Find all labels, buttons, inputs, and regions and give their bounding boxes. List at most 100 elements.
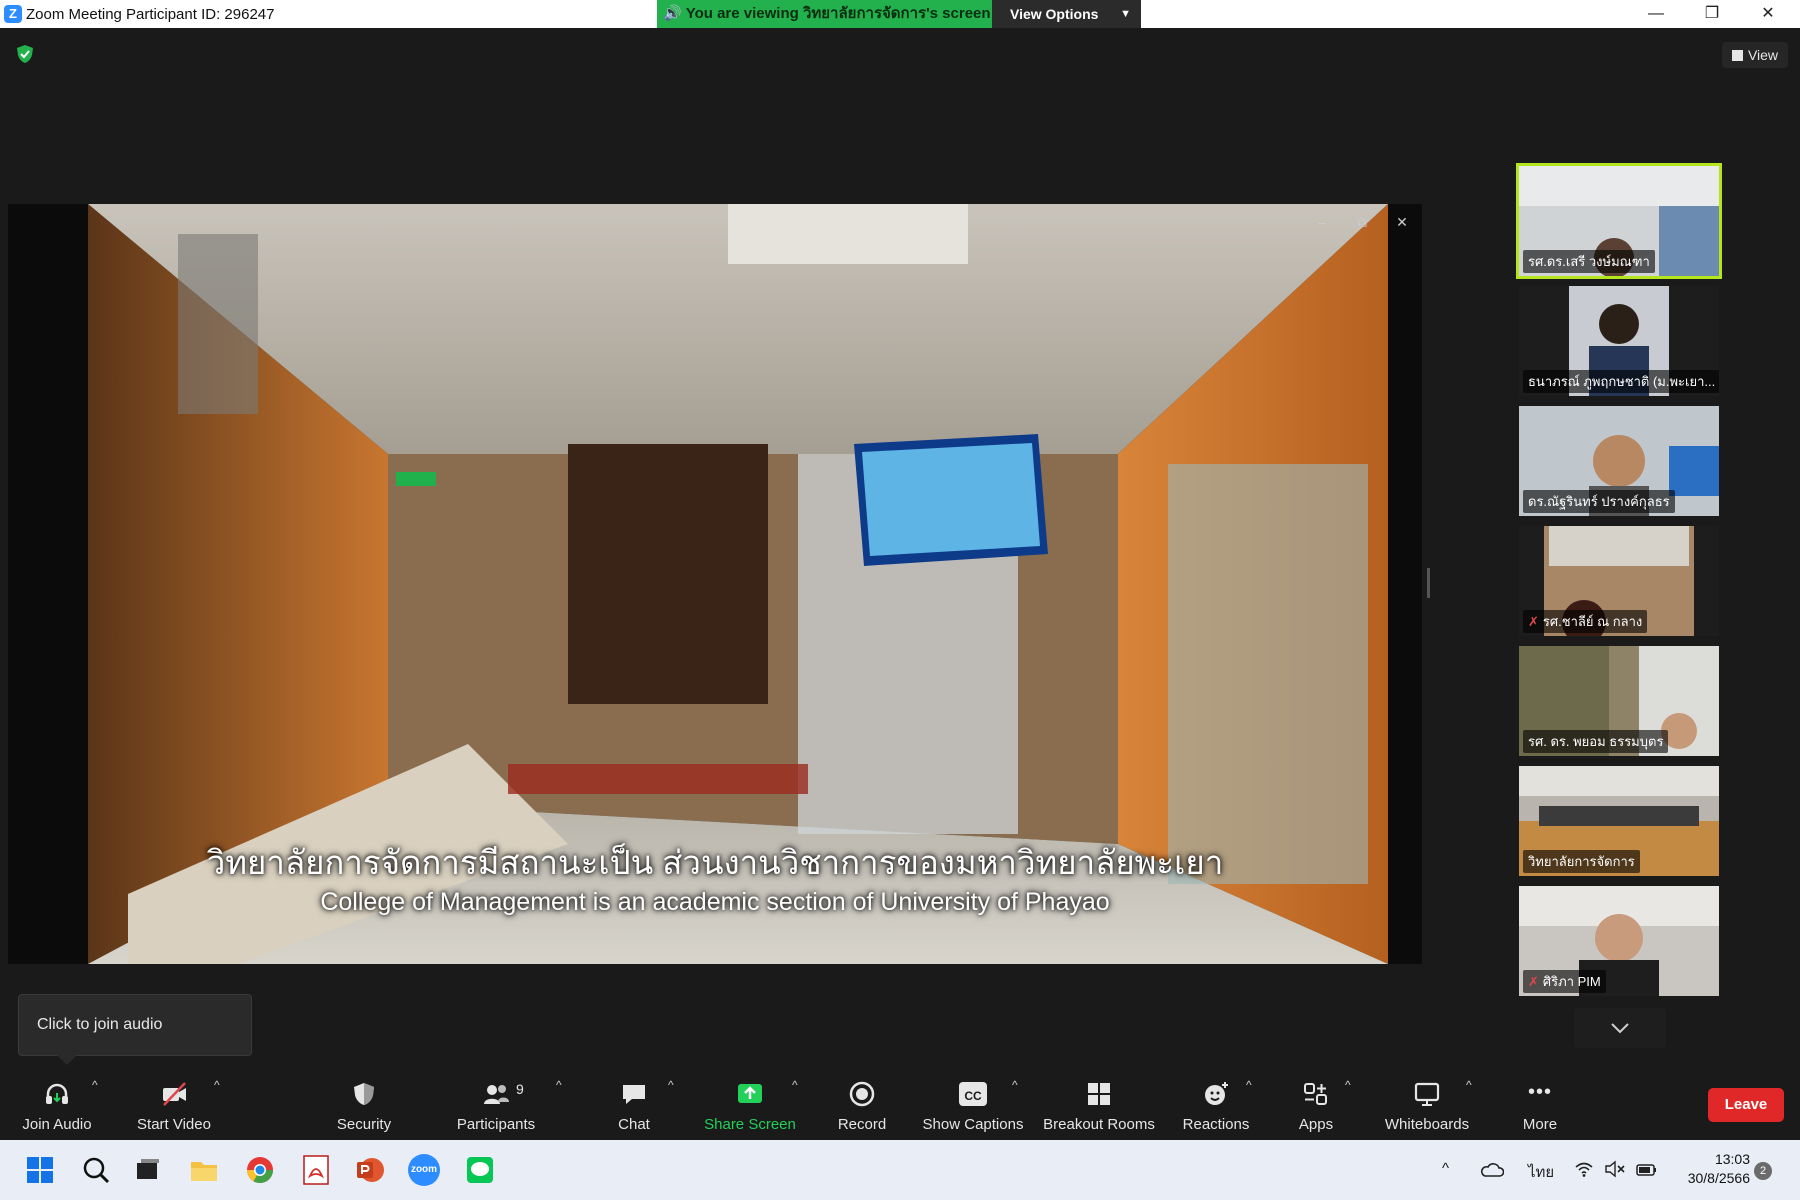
acrobat-icon[interactable] <box>300 1154 332 1186</box>
participant-tile[interactable]: ดร.ณัฐรินทร์ ปรางค์กุลธร <box>1519 406 1719 516</box>
taskbar: zoom ^ ไทย 13:03 30/8/2566 2 <box>0 1140 1800 1200</box>
more-button[interactable]: ••• More <box>1504 1066 1576 1140</box>
reactions-icon <box>1205 1082 1228 1105</box>
participant-name: ดร.ณัฐรินทร์ ปรางค์กุลธร <box>1523 490 1675 513</box>
whiteboards-button[interactable]: Whiteboards <box>1378 1066 1476 1140</box>
notification-badge[interactable]: 2 <box>1754 1162 1772 1180</box>
chevron-down-icon <box>1611 1023 1629 1034</box>
onedrive-icon[interactable] <box>1480 1160 1504 1178</box>
system-clock[interactable]: 13:03 30/8/2566 <box>1658 1150 1750 1188</box>
record-label: Record <box>837 1116 887 1133</box>
mic-muted-icon: ✗ <box>1528 614 1539 629</box>
participants-button[interactable]: 9 Participants <box>448 1066 544 1140</box>
tray-overflow-icon[interactable]: ^ <box>1442 1160 1449 1177</box>
participants-options-caret[interactable]: ^ <box>554 1066 570 1140</box>
share-screen-icon <box>738 1084 762 1103</box>
view-options-label: View Options <box>1010 6 1099 22</box>
headphones-icon <box>46 1083 68 1104</box>
breakout-rooms-button[interactable]: Breakout Rooms <box>1040 1066 1158 1140</box>
participant-tile[interactable]: รศ. ดร. พยอม ธรรมบุตร <box>1519 646 1719 756</box>
breakout-rooms-label: Breakout Rooms <box>1043 1116 1155 1133</box>
participant-tile[interactable]: รศ.ดร.เสรี วงษ์มณฑา <box>1516 163 1722 279</box>
line-app-icon[interactable] <box>464 1154 496 1186</box>
window-title: Zoom Meeting Participant ID: 296247 <box>26 6 275 23</box>
mic-muted-icon: ✗ <box>1528 974 1539 989</box>
share-screen-button[interactable]: Share Screen <box>700 1066 800 1140</box>
clock-date: 30/8/2566 <box>1687 1170 1750 1186</box>
share-screen-label: Share Screen <box>704 1116 796 1133</box>
whiteboards-options-caret[interactable]: ^ <box>1464 1066 1480 1140</box>
shared-restore-button[interactable]: ⧉ <box>1352 212 1372 232</box>
subtitle-thai: วิทยาลัยการจัดการมีสถานะเป็น ส่วนงานวิชา… <box>206 844 1224 881</box>
participant-tile[interactable]: ธนาภรณ์ ภูพฤกษชาติ (ม.พะเยา... <box>1519 286 1719 396</box>
zoom-app-icon[interactable]: zoom <box>408 1154 440 1186</box>
task-view-icon[interactable] <box>132 1154 164 1186</box>
audio-options-caret[interactable]: ^ <box>90 1066 106 1140</box>
resize-handle[interactable] <box>1427 568 1430 598</box>
shared-screen[interactable]: – ⧉ ✕ วิทยาลัยการจัดการมีสถานะเป็น ส่วนง… <box>8 204 1422 964</box>
whiteboard-icon <box>1414 1082 1440 1106</box>
breakout-rooms-icon <box>1088 1083 1110 1105</box>
powerpoint-icon[interactable] <box>354 1154 386 1186</box>
speaker-icon: 🔊 <box>663 5 682 22</box>
participant-name: วิทยาลัยการจัดการ <box>1523 850 1640 873</box>
security-label: Security <box>336 1116 392 1133</box>
participants-icon <box>484 1085 509 1104</box>
view-layout-icon <box>1731 50 1743 61</box>
minimize-button[interactable]: — <box>1628 0 1684 28</box>
clock-time: 13:03 <box>1714 1151 1750 1167</box>
video-options-caret[interactable]: ^ <box>212 1066 228 1140</box>
chat-icon <box>623 1085 645 1104</box>
participant-tile[interactable]: ✗ ศิริภา PIM <box>1519 886 1719 996</box>
close-window-button[interactable]: ✕ <box>1740 0 1796 28</box>
chevron-down-icon: ▼ <box>1120 8 1131 20</box>
participant-name: รศ. ดร. พยอม ธรรมบุตร <box>1523 730 1669 753</box>
participant-tile[interactable]: ✗ รศ.ชาลีย์ ณ กลาง <box>1519 526 1719 636</box>
chat-button[interactable]: Chat <box>594 1066 674 1140</box>
start-video-button[interactable]: Start Video <box>128 1066 220 1140</box>
chat-options-caret[interactable]: ^ <box>666 1066 682 1140</box>
record-icon <box>849 1081 875 1107</box>
video-off-icon <box>163 1082 186 1106</box>
chat-label: Chat <box>618 1116 650 1133</box>
shield-check-icon[interactable] <box>15 44 35 64</box>
battery-icon[interactable] <box>1636 1160 1658 1178</box>
record-button[interactable]: Record <box>822 1066 902 1140</box>
participant-name: ✗ ศิริภา PIM <box>1523 970 1606 993</box>
join-audio-tooltip: Click to join audio <box>18 994 252 1065</box>
view-options-button[interactable]: View Options ▼ <box>992 0 1141 28</box>
windows-start-icon[interactable] <box>24 1154 56 1186</box>
apps-options-caret[interactable]: ^ <box>1343 1066 1359 1140</box>
participant-tile[interactable]: วิทยาลัยการจัดการ <box>1519 766 1719 876</box>
wifi-icon[interactable] <box>1574 1160 1594 1178</box>
meeting-toolbar: Join Audio ^ Start Video ^ Security 9 Pa… <box>0 1066 1800 1140</box>
participant-name: รศ.ดร.เสรี วงษ์มณฑา <box>1523 250 1655 273</box>
participants-count: 9 <box>516 1081 524 1097</box>
viewing-banner: 🔊 You are viewing วิทยาลัยการจัดการ's scr… <box>657 0 1001 28</box>
more-dots-icon: ••• <box>1527 1081 1552 1103</box>
start-video-label: Start Video <box>137 1116 211 1133</box>
reactions-options-caret[interactable]: ^ <box>1244 1066 1260 1140</box>
share-options-caret[interactable]: ^ <box>790 1066 806 1140</box>
shield-icon <box>354 1083 374 1105</box>
speaker-muted-icon[interactable] <box>1604 1160 1626 1178</box>
language-indicator[interactable]: ไทย <box>1528 1160 1554 1184</box>
leave-button[interactable]: Leave <box>1708 1088 1784 1122</box>
subtitle-english: College of Management is an academic sec… <box>320 888 1110 916</box>
shared-minimize-button[interactable]: – <box>1312 212 1332 232</box>
viewing-text: You are viewing วิทยาลัยการจัดการ's scre… <box>685 5 991 22</box>
scroll-participants-button[interactable] <box>1574 1008 1666 1048</box>
security-button[interactable]: Security <box>322 1066 406 1140</box>
captions-icon: CC <box>959 1082 987 1106</box>
file-explorer-icon[interactable] <box>188 1154 220 1186</box>
zoom-logo-icon: Z <box>4 5 22 23</box>
search-icon[interactable] <box>80 1154 112 1186</box>
shared-close-button[interactable]: ✕ <box>1392 212 1412 232</box>
whiteboards-label: Whiteboards <box>1384 1116 1470 1133</box>
captions-options-caret[interactable]: ^ <box>1010 1066 1026 1140</box>
view-button[interactable]: View <box>1722 42 1788 68</box>
view-label: View <box>1747 47 1779 63</box>
restore-button[interactable]: ❐ <box>1684 0 1740 28</box>
apps-icon <box>1304 1083 1327 1105</box>
chrome-icon[interactable] <box>244 1154 276 1186</box>
